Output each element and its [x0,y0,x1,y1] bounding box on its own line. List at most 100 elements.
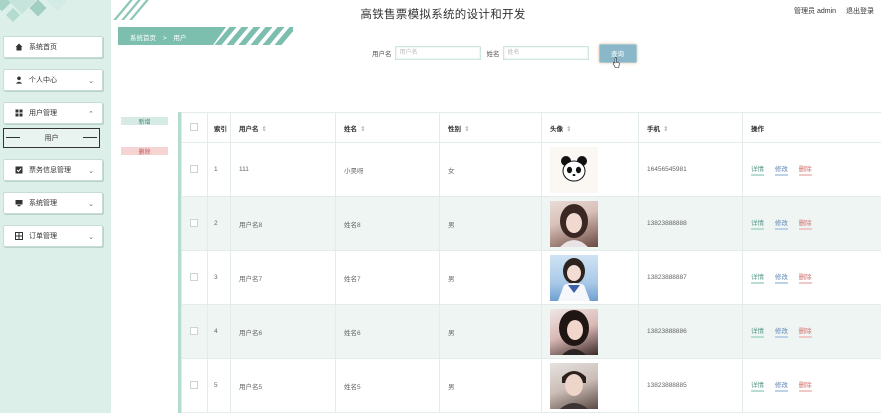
row-name: 姓名5 [335,358,440,413]
sort-icon[interactable]: ⇕ [566,126,571,133]
sort-icon[interactable]: ⇕ [663,126,668,133]
page-title: 高铁售票模拟系统的设计和开发 [360,9,526,21]
sort-icon[interactable]: ⇕ [464,126,469,133]
detail-button[interactable]: 详情 [751,163,764,176]
breadcrumb-current: 用户 [173,35,187,42]
delete-button[interactable]: 删除 [798,217,812,230]
sidebar-item-ticket-management[interactable]: 票务信息管理 ⌄ [3,159,103,181]
sidebar-item-label: 订单管理 [29,233,57,240]
edit-button[interactable]: 修改 [774,325,788,338]
chevron-down-icon: ⌄ [88,78,94,85]
row-operations: 详情 修改 删除 [742,250,881,305]
row-select-cell[interactable] [181,304,208,359]
header-username[interactable]: 用户名 ⇕ [230,112,336,143]
row-avatar-cell [541,304,639,359]
row-select-cell[interactable] [181,358,208,413]
chevron-up-icon: ⌃ [88,111,94,118]
delete-selected-button[interactable]: 删除 [121,147,168,156]
row-index: 5 [207,358,231,413]
sidebar-item-home[interactable]: 系统首页 [3,36,103,58]
select-all-checkbox[interactable] [190,122,198,131]
row-phone: 16456545981 [638,142,743,197]
table-icon [15,232,23,240]
search-bar: 用户名 姓名 查询 [372,43,637,63]
row-gender: 男 [439,250,542,305]
edit-button[interactable]: 修改 [774,217,788,230]
sidebar-item-label: 用户管理 [29,110,57,117]
user-role: 管理员 admin [794,8,837,15]
row-checkbox[interactable] [190,218,198,227]
home-icon [15,43,23,51]
edit-button[interactable]: 修改 [774,163,788,176]
logout-link[interactable]: 退出登录 [846,8,874,15]
header-name[interactable]: 姓名 ⇕ [335,112,440,143]
row-select-cell[interactable] [181,250,208,305]
header-select-all[interactable] [181,112,208,143]
sidebar-item-user-management[interactable]: 用户管理 ⌃ [3,102,103,124]
sidebar-subitem-user[interactable]: 用户 [3,128,100,148]
row-gender: 男 [439,196,542,251]
detail-button[interactable]: 详情 [751,325,764,338]
check-square-icon [15,166,23,174]
delete-button[interactable]: 删除 [798,163,812,176]
header-phone-label: 手机 [647,125,660,133]
row-phone: 13823888885 [638,358,743,413]
hand-cursor-icon [612,57,620,68]
header-username-label: 用户名 [239,125,259,133]
sort-icon[interactable]: ⇕ [360,126,365,133]
delete-button[interactable]: 删除 [798,271,812,284]
row-username: 用户名8 [230,196,336,251]
table-row: 1 111 小昊呀 女 16456545981 详情 修改 删除 [181,142,881,197]
breadcrumb-home[interactable]: 系统首页 [130,35,156,42]
row-gender: 男 [439,304,542,359]
table-row: 2 用户名8 姓名8 男 13823888888 详情 修改 删除 [181,196,881,251]
row-name: 姓名8 [335,196,440,251]
chevron-down-icon: ⌄ [88,168,94,175]
name-search-input[interactable] [502,46,589,60]
delete-button[interactable]: 删除 [798,325,812,338]
name-label: 姓名 [486,51,500,58]
row-operations: 详情 修改 删除 [742,196,881,251]
detail-button[interactable]: 详情 [751,379,764,392]
row-avatar-cell [541,142,639,197]
row-index: 3 [207,250,231,305]
sidebar-item-label: 个人中心 [29,77,57,84]
detail-button[interactable]: 详情 [751,271,764,284]
photo-avatar [550,362,598,409]
table-row: 4 用户名6 姓名6 男 13823888886 详情 修改 删除 [181,304,881,359]
username-search-input[interactable] [394,46,481,60]
row-index: 2 [207,196,231,251]
row-select-cell[interactable] [181,196,208,251]
username-label: 用户名 [372,51,392,58]
user-table: 索引 用户名 ⇕ 姓名 ⇕ 性别 ⇕ 头像 ⇕ 手机 ⇕ 操作 1 111 小昊呀 女 [178,112,881,413]
sidebar-item-profile[interactable]: 个人中心 ⌄ [3,69,103,91]
sidebar-menu: 系统首页 个人中心 ⌄ 用户管理 ⌃ 用户 票务信息管理 ⌄ 系统管理 ⌄ 订单… [3,36,103,258]
sidebar-item-order-management[interactable]: 订单管理 ⌄ [3,225,103,247]
delete-button[interactable]: 删除 [798,379,812,392]
header-avatar[interactable]: 头像 ⇕ [541,112,639,143]
sidebar-item-label: 票务信息管理 [29,167,71,174]
row-username: 用户名7 [230,250,336,305]
row-select-cell[interactable] [181,142,208,197]
row-username: 用户名5 [230,358,336,413]
header-phone[interactable]: 手机 ⇕ [638,112,743,143]
row-checkbox[interactable] [190,380,198,389]
user-icon [15,76,23,84]
add-button[interactable]: 新增 [121,117,168,126]
detail-button[interactable]: 详情 [751,217,764,230]
edit-button[interactable]: 修改 [774,271,788,284]
header-user-area: 管理员 admin 退出登录 [786,6,874,16]
row-checkbox[interactable] [190,164,198,173]
row-checkbox[interactable] [190,272,198,281]
header-gender[interactable]: 性别 ⇕ [439,112,542,143]
row-gender: 男 [439,358,542,413]
row-avatar-cell [541,250,639,305]
row-checkbox[interactable] [190,326,198,335]
edit-button[interactable]: 修改 [774,379,788,392]
photo-avatar [550,308,598,355]
sidebar-item-system-management[interactable]: 系统管理 ⌄ [3,192,103,214]
row-name: 姓名6 [335,304,440,359]
monitor-icon [15,199,23,207]
sidebar-item-label: 系统管理 [29,200,57,207]
sort-icon[interactable]: ⇕ [262,126,267,133]
